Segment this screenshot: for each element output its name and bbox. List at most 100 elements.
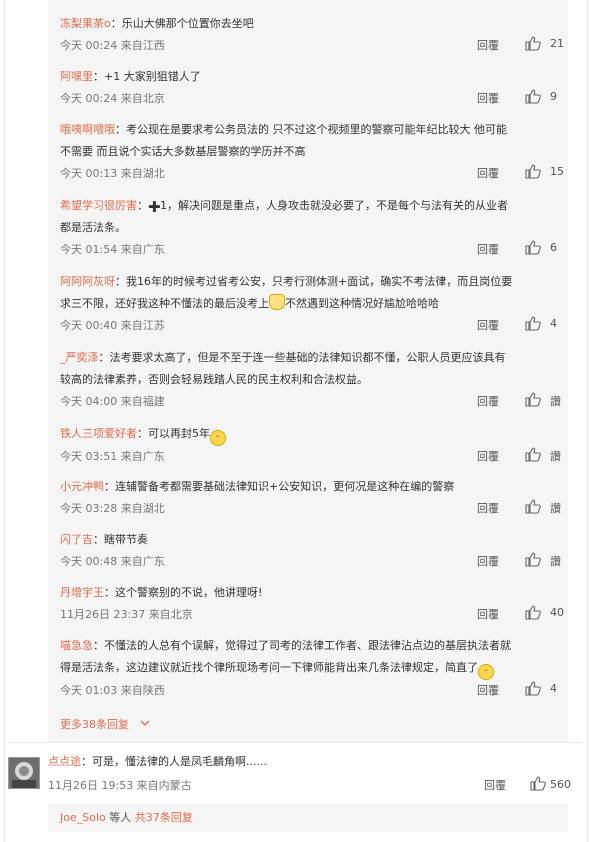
reply-username[interactable]: 希望学习很厉害 [60,199,137,212]
emoji-grin-icon: ᵕ [210,430,226,446]
list-item: 小元冲鸭：连辅警备考都需要基础法律知识+公安知识，更何况是这种在编的警察 今天 … [60,476,561,518]
reply-text: 可以再封5年 [148,427,210,440]
like-button[interactable]: 15 [525,163,580,181]
reply-text: 这个警察别的不说，他讲理呀! [115,586,263,599]
thumb-up-icon [525,240,541,255]
reply-button[interactable]: 回覆 [477,37,499,53]
reply-time: 今天 00:24 来自北京 [60,92,165,105]
list-item: 希望学习很厉害：✚1，解决问题是重点，人身攻击就没必要了，不是每个与法有关的从业… [60,195,560,259]
list-item: 阿嘿里：+1 大家别狙错人了 今天 00:24 来自北京 回覆 9 [60,66,560,108]
reply-username[interactable]: 阿嘿里 [60,70,93,83]
like-count: 560 [550,778,571,791]
main-comment-meta: 11月26日 19:53 来自内蒙古 回覆 560 [48,774,571,794]
more-replies-label: 更多38条回复 [60,718,129,731]
reply-time: 11月26日 23:37 来自北京 [60,608,193,621]
avatar[interactable] [8,757,40,789]
like-button[interactable]: 6 [525,239,580,257]
thumb-up-icon [525,447,541,462]
reply-text: 我16年的时候考过省考公安，只考行测体测+面试，确实不考法律，而且岗位要 [126,275,513,288]
chevron-down-icon [140,720,149,726]
reply-button[interactable]: 回覆 [477,500,499,516]
reply-time: 今天 00:48 来自广东 [60,555,165,568]
like-button[interactable]: 21 [525,35,580,53]
thumb-up-icon [525,316,541,331]
reply-time: 今天 03:51 来自广东 [60,450,165,463]
reply-username[interactable]: 阿阿阿灰呀 [60,275,115,288]
like-button[interactable]: 讚 [525,551,580,569]
reply-username[interactable]: 哦咦啊喂哦 [60,123,115,136]
thumb-up-icon [525,392,541,407]
like-count: 讚 [550,395,561,408]
list-item: 阿阿阿灰呀：我16年的时候考过省考公安，只考行测体测+面试，确实不考法律，而且岗… [60,271,560,335]
emoji-grin-icon: ᵕ [478,664,494,680]
thumb-up-icon [525,164,541,179]
list-item: 闪了吉：瞎带节奏 今天 00:48 来自广东 回覆 讚 [60,529,561,571]
reply-username[interactable]: 铁人三项爱好者 [60,427,137,440]
like-button[interactable]: 讚 [525,498,580,516]
like-count: 讚 [550,555,561,568]
list-item: 喵急急：不懂法的人总有个误解，觉得过了司考的法律工作者、跟法律沾点边的基层执法者… [60,635,560,700]
thumb-up-icon [525,89,541,104]
comment-username[interactable]: 点点途 [48,755,81,768]
reply-text: 考公现在是要求考公务员法的 只不过这个视频里的警察可能年纪比较大 他可能 [126,123,507,136]
reply-username[interactable]: 小元冲鸭 [60,480,104,493]
thumb-up-icon [525,552,541,567]
reply-button[interactable]: 回覆 [484,777,506,793]
reply-button[interactable]: 回覆 [477,682,499,698]
reply-button[interactable]: 回覆 [477,606,499,622]
reply-username[interactable]: 闪了吉 [60,533,93,546]
like-button[interactable]: 9 [525,88,580,106]
reply-username[interactable]: _严奕泽 [60,351,99,364]
divider [8,742,582,743]
like-button[interactable]: 560 [530,775,590,793]
more-replies-link[interactable]: 更多38条回复 [60,716,151,732]
reply-text: 不需要 而且说个实话大多数基层警察的学历并不高 [60,145,306,158]
like-button[interactable]: 40 [525,604,580,622]
reply-text: 1，解决问题是重点，人身攻击就没必要了，不是每个与法有关的从业者 [160,199,508,212]
reply-text: 乐山大佛那个位置你去坐吧 [121,17,254,30]
reply-button[interactable]: 回覆 [477,448,499,464]
reply-button[interactable]: 回覆 [477,165,499,181]
list-item: 铁人三项爱好者：可以再封5年 ᵕ 今天 03:51 来自广东 回覆 讚 [60,423,561,466]
thumb-up-icon [525,499,541,514]
comment-text: 可是，懂法律的人是凤毛麟角啊...... [92,755,267,768]
like-count: 6 [550,241,557,254]
like-count: 讚 [550,450,561,463]
reply-button[interactable]: 回覆 [477,393,499,409]
sub-replies-summary: Joe_Solo 等人 共37条回复 [48,804,568,832]
comment-time: 11月26日 19:53 来自内蒙古 [48,779,192,792]
reply-time: 今天 04:00 来自福建 [60,395,165,408]
like-button[interactable]: 讚 [525,391,580,409]
main-comment: 点点途：可是，懂法律的人是凤毛麟角啊...... [48,755,267,768]
thumb-up-icon [530,776,546,791]
like-button[interactable]: 4 [525,315,580,333]
cross-plus-icon: ✚ [148,198,161,216]
like-button[interactable]: 讚 [525,446,580,464]
reply-text: 较高的法律素养，否则会轻易践踏人民的民主权利和合法权益。 [60,373,368,386]
reply-text: 不然遇到这种情况好尴尬哈哈哈 [285,297,439,310]
reply-text: 连辅警备考都需要基础法律知识+公安知识，更何况是这种在编的警察 [115,480,455,493]
summary-username[interactable]: Joe_Solo [60,811,106,824]
reply-text: 法考要求太高了，但是不至于连一些基础的法律知识都不懂，公职人员更应该具有 [109,351,506,364]
avatar-image [9,758,39,788]
thumb-up-icon [525,605,541,620]
reply-username[interactable]: 丹增宇王 [60,586,104,599]
reply-time: 今天 01:03 来自陕西 [60,684,165,697]
reply-time: 今天 00:24 来自江西 [60,39,165,52]
reply-time: 今天 00:40 来自江苏 [60,319,165,332]
reply-text: 都是活法条。 [60,221,126,234]
reply-button[interactable]: 回覆 [477,553,499,569]
reply-username[interactable]: 喵急急 [60,639,93,652]
like-count: 讚 [550,502,561,515]
like-count: 15 [550,165,564,178]
reply-button[interactable]: 回覆 [477,241,499,257]
reply-text: 求三不限，还好我这种不懂法的最后没考上 [60,297,269,310]
reply-text: +1 大家别狙错人了 [104,70,201,83]
like-count: 40 [550,606,564,619]
reply-button[interactable]: 回覆 [477,90,499,106]
reply-button[interactable]: 回覆 [477,317,499,333]
view-all-replies-link[interactable]: 共37条回复 [135,811,193,824]
reply-text: 得是活法条，这边建议就近找个律所现场考问一下律师能背出来几条法律规定，简直了 [60,661,478,674]
like-button[interactable]: 4 [525,680,580,698]
reply-username[interactable]: 冻梨果茶o [60,17,111,30]
